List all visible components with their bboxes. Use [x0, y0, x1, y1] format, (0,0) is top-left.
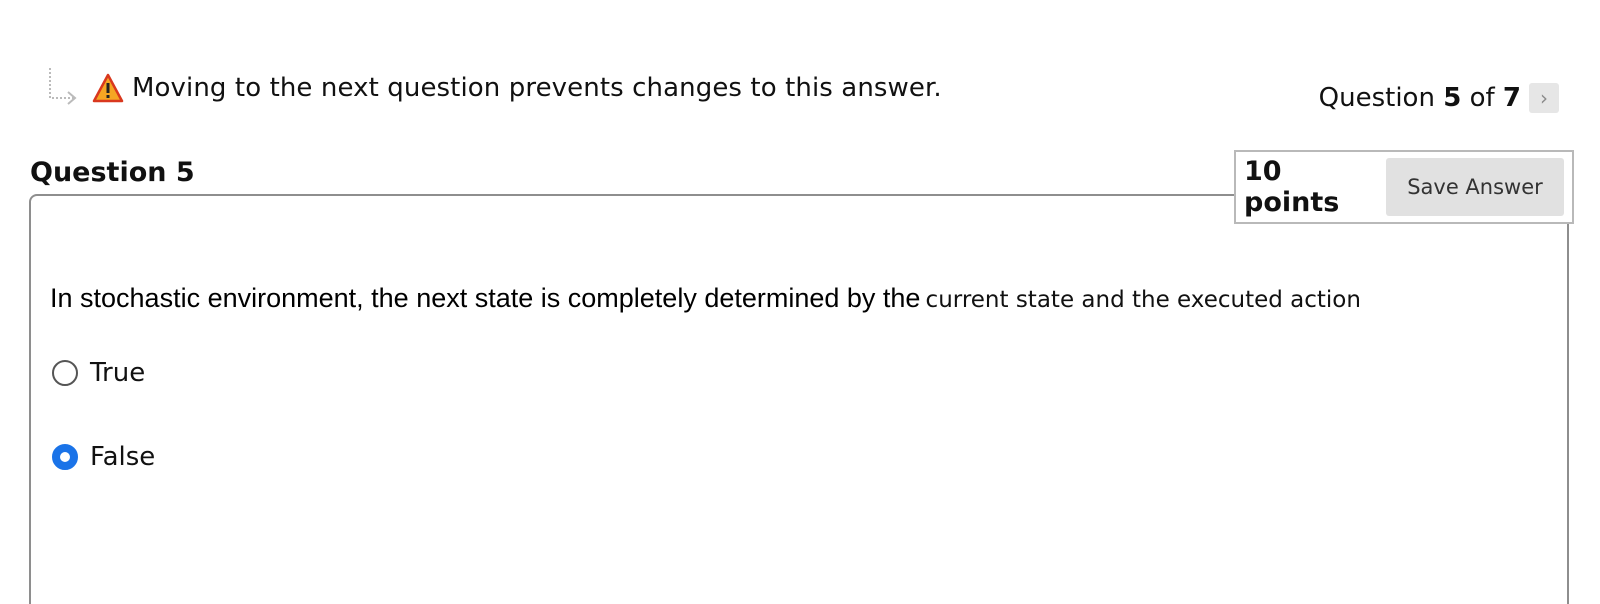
points-box: 10 points Save Answer [1234, 150, 1574, 224]
next-question-button[interactable]: › [1529, 83, 1559, 113]
question-title: Question 5 [30, 157, 195, 188]
quiz-page: Moving to the next question prevents cha… [0, 0, 1600, 604]
counter-prefix: Question [1318, 83, 1444, 113]
radio-true[interactable] [52, 360, 78, 386]
question-card [29, 194, 1569, 604]
warning-text: Moving to the next question prevents cha… [132, 73, 942, 103]
option-false[interactable]: False [52, 442, 155, 472]
chevron-right-icon: › [1540, 86, 1548, 110]
question-text: In stochastic environment, the next stat… [50, 283, 1361, 314]
counter-middle: of [1461, 83, 1503, 113]
warning-triangle-icon [92, 73, 124, 103]
counter-total: 7 [1502, 83, 1521, 113]
option-label-false: False [90, 442, 156, 472]
return-arrow-icon [49, 68, 77, 105]
warning-row: Moving to the next question prevents cha… [44, 58, 942, 118]
option-true[interactable]: True [52, 358, 145, 388]
question-text-tail: current state and the executed action [925, 287, 1361, 313]
option-label-true: True [90, 358, 146, 388]
question-text-main: In stochastic environment, the next stat… [50, 283, 921, 313]
counter-current: 5 [1443, 83, 1462, 113]
points-label: 10 points [1244, 156, 1340, 218]
save-answer-button[interactable]: Save Answer [1386, 158, 1564, 216]
radio-false[interactable] [52, 444, 78, 470]
question-counter: Question 5 of 7 › [1319, 80, 1559, 116]
